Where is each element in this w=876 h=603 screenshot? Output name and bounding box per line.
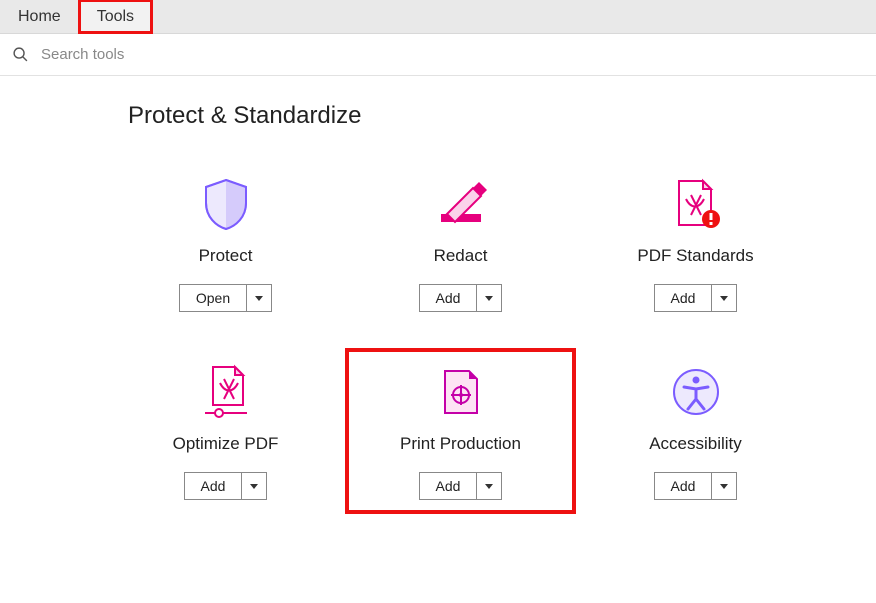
button-label: Add (420, 285, 478, 311)
accessibility-add-button[interactable]: Add (654, 472, 738, 500)
optimize-pdf-add-button[interactable]: Add (184, 472, 268, 500)
tool-label: Print Production (400, 434, 521, 454)
tool-print-production[interactable]: Print Production Add (343, 346, 578, 516)
tools-grid: Protect Open Redact Add (108, 158, 876, 516)
chevron-down-icon[interactable] (242, 473, 266, 499)
tool-label: PDF Standards (637, 246, 753, 266)
accessibility-icon (668, 364, 724, 420)
button-label: Open (180, 285, 247, 311)
tool-accessibility[interactable]: Accessibility Add (578, 346, 813, 516)
content: Protect & Standardize Protect Open (0, 76, 876, 516)
tab-tools[interactable]: Tools (79, 0, 152, 33)
button-label: Add (655, 285, 713, 311)
chevron-down-icon[interactable] (247, 285, 271, 311)
tool-protect[interactable]: Protect Open (108, 158, 343, 328)
tool-pdf-standards[interactable]: PDF Standards Add (578, 158, 813, 328)
tool-label: Optimize PDF (173, 434, 279, 454)
section-title: Protect & Standardize (128, 102, 876, 130)
print-production-add-button[interactable]: Add (419, 472, 503, 500)
chevron-down-icon[interactable] (712, 473, 736, 499)
chevron-down-icon[interactable] (712, 285, 736, 311)
redact-add-button[interactable]: Add (419, 284, 503, 312)
searchbar (0, 34, 876, 76)
search-input[interactable] (39, 45, 864, 64)
tool-optimize-pdf[interactable]: Optimize PDF Add (108, 346, 343, 516)
tool-label: Accessibility (649, 434, 742, 454)
pdf-standards-add-button[interactable]: Add (654, 284, 738, 312)
pdf-standards-icon (668, 176, 724, 232)
button-label: Add (655, 473, 713, 499)
protect-open-button[interactable]: Open (179, 284, 272, 312)
chevron-down-icon[interactable] (477, 285, 501, 311)
chevron-down-icon[interactable] (477, 473, 501, 499)
shield-icon (198, 176, 254, 232)
tool-label: Redact (434, 246, 488, 266)
tool-redact[interactable]: Redact Add (343, 158, 578, 328)
redact-marker-icon (433, 176, 489, 232)
button-label: Add (420, 473, 478, 499)
tool-label: Protect (199, 246, 253, 266)
tab-home[interactable]: Home (0, 0, 79, 33)
search-icon (12, 46, 29, 63)
tabbar: Home Tools (0, 0, 876, 34)
optimize-pdf-icon (198, 364, 254, 420)
button-label: Add (185, 473, 243, 499)
print-production-icon (433, 364, 489, 420)
